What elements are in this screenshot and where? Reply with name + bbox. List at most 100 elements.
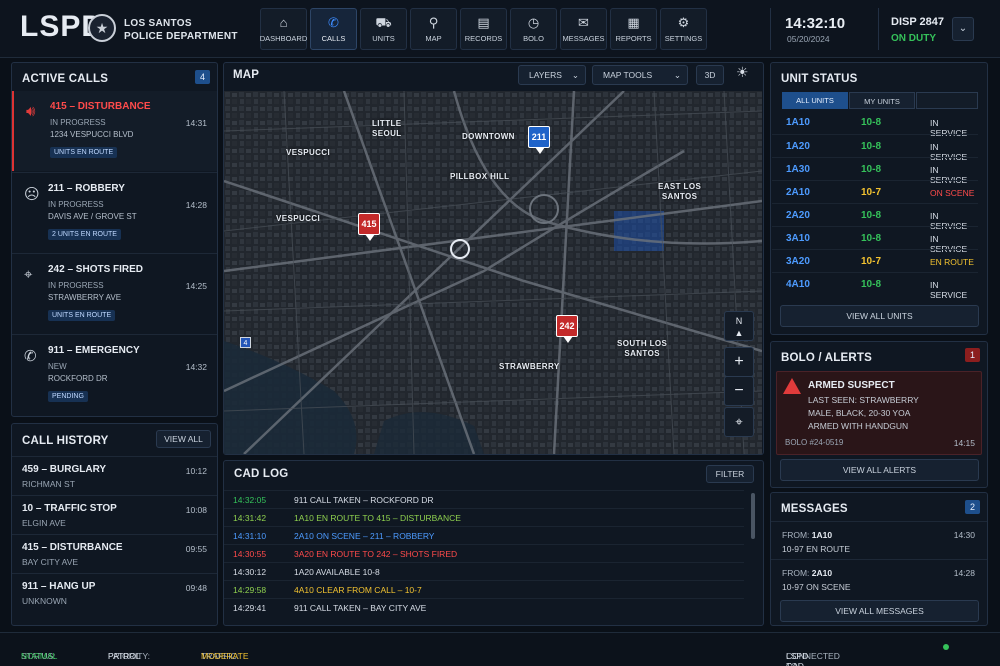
message-item[interactable]: FROM: 1A10 10-97 EN ROUTE 14:30 — [771, 521, 987, 559]
map-pin-242[interactable]: 242 — [556, 315, 578, 343]
chevron-down-icon: ⌄ — [958, 23, 968, 34]
log-message: 2A10 ON SCENE – 211 – ROBBERY — [294, 531, 435, 541]
zoom-out-button[interactable]: − — [724, 376, 754, 406]
nav-records[interactable]: ▤ RECORDS — [460, 8, 507, 50]
unit-row[interactable]: 4A10 10-8 IN SERVICE — [772, 272, 978, 300]
unit-row[interactable]: 2A20 10-8 IN SERVICE — [772, 203, 978, 231]
chevron-down-icon: ⌄ — [571, 70, 579, 80]
tab-my-units[interactable]: MY UNITS — [849, 92, 915, 109]
unit-code: 10-7 — [861, 187, 882, 198]
connection-status-dot-icon — [943, 644, 949, 650]
unit-status: ON SCENE — [930, 188, 975, 198]
map-pin-211[interactable]: 211 — [528, 126, 550, 154]
call-time: 14:32 — [185, 362, 207, 372]
nav-units[interactable]: ⛟ UNITS — [360, 8, 407, 50]
unit-row[interactable]: 3A10 10-8 IN SERVICE — [772, 226, 978, 254]
message-item[interactable]: FROM: 2A10 10-97 ON SCENE 14:28 — [771, 559, 987, 597]
unit-status: EN ROUTE — [930, 257, 974, 267]
nav-settings[interactable]: ⚙ SETTINGS — [660, 8, 707, 50]
nav-map[interactable]: ⚲ MAP — [410, 8, 457, 50]
warning-icon — [783, 378, 801, 394]
locate-icon[interactable]: ⌖ — [724, 407, 754, 437]
log-row: 14:30:12 1A20 AVAILABLE 10-8 — [224, 562, 744, 580]
nav-bolo[interactable]: ◷ BOLO — [510, 8, 557, 50]
view-all-units-button[interactable]: VIEW ALL UNITS — [780, 305, 979, 327]
panel-title: ACTIVE CALLS — [22, 73, 109, 85]
cad-app: LSPD ★ LOS SANTOS POLICE DEPARTMENT ⌂ DAS… — [0, 0, 1000, 666]
active-calls-count: 4 — [195, 70, 210, 84]
bolo-panel: BOLO / ALERTS 1 ARMED SUSPECT LAST SEEN:… — [770, 341, 988, 488]
unit-code: 10-8 — [861, 164, 882, 175]
call-time: 14:28 — [185, 200, 207, 210]
call-item[interactable]: 🔊︎ 415 – DISTURBANCE IN PROGRESS 1234 VE… — [12, 91, 217, 171]
bolo-alert-card[interactable]: ARMED SUSPECT LAST SEEN: STRAWBERRY MALE… — [776, 371, 982, 455]
layers-dropdown[interactable]: LAYERS ⌄ — [518, 65, 586, 85]
mask-icon: ☹ — [24, 186, 40, 203]
history-location: RICHMAN ST — [22, 479, 75, 489]
view-all-history-button[interactable]: VIEW ALL — [156, 430, 211, 448]
bolo-last-seen: LAST SEEN: STRAWBERRY — [808, 395, 919, 405]
nav-label: REPORTS — [615, 33, 652, 43]
map-label-downtown: DOWNTOWN — [462, 132, 515, 141]
history-location: BAY CITY AVE — [22, 557, 79, 567]
dispatcher-menu-button[interactable]: ⌄ — [952, 17, 974, 41]
nav-reports[interactable]: ▦ REPORTS — [610, 8, 657, 50]
filter-button[interactable]: FILTER — [706, 465, 754, 483]
tab-spacer — [916, 92, 978, 109]
unit-id: 1A20 — [786, 141, 810, 152]
unit-code: 10-8 — [861, 141, 882, 152]
log-message: 1A10 EN ROUTE TO 415 – DISTURBANCE — [294, 513, 461, 523]
unit-row[interactable]: 1A20 10-8 IN SERVICE — [772, 134, 978, 162]
call-tag: UNITS EN ROUTE — [48, 310, 116, 321]
report-icon: ▦ — [627, 14, 640, 30]
nav-calls[interactable]: ✆ CALLS — [310, 8, 357, 50]
call-item[interactable]: ☹ 211 – ROBBERY IN PROGRESS DAVIS AVE / … — [12, 172, 217, 252]
phone-icon: ✆ — [328, 14, 339, 30]
nav-label: SETTINGS — [664, 33, 703, 43]
compass-button[interactable]: N ▲ — [724, 311, 754, 341]
nav-dashboard[interactable]: ⌂ DASHBOARD — [260, 8, 307, 50]
map-label-east-los-santos: EAST LOS SANTOS — [658, 182, 702, 201]
panel-title: UNIT STATUS — [781, 73, 858, 85]
map-tools-dropdown[interactable]: MAP TOOLS ⌄ — [592, 65, 688, 85]
dispatcher-panel: DISP 2847 ON DUTY — [878, 8, 948, 50]
call-item[interactable]: ⌖ 242 – SHOTS FIRED IN PROGRESS STRAWBER… — [12, 253, 217, 333]
call-status: IN PROGRESS — [48, 200, 104, 209]
zoom-in-button[interactable]: + — [724, 347, 754, 377]
top-bar: LSPD ★ LOS SANTOS POLICE DEPARTMENT ⌂ DAS… — [0, 0, 1000, 58]
nav-messages[interactable]: ✉ MESSAGES — [560, 8, 607, 50]
bolo-description: MALE, BLACK, 20-30 YOA — [808, 408, 911, 418]
history-location: ELGIN AVE — [22, 518, 66, 528]
call-history-panel: CALL HISTORY VIEW ALL 459 – BURGLARY RIC… — [11, 423, 218, 626]
nav-label: BOLO — [523, 33, 544, 43]
police-badge-icon: ★ — [88, 14, 116, 42]
tab-all-units[interactable]: ALL UNITS — [782, 92, 848, 109]
log-message: 911 CALL TAKEN – ROCKFORD DR — [294, 495, 434, 505]
log-time: 14:29:58 — [233, 585, 267, 595]
unit-row[interactable]: 2A10 10-7 ON SCENE — [772, 180, 978, 203]
log-message: 1A20 AVAILABLE 10-8 — [294, 567, 380, 577]
history-item[interactable]: 415 – DISTURBANCE BAY CITY AVE 09:55 — [12, 534, 217, 573]
unit-row[interactable]: 3A20 10-7 EN ROUTE — [772, 249, 978, 272]
unit-row[interactable]: 1A30 10-8 IN SERVICE — [772, 157, 978, 185]
unit-code: 10-8 — [861, 210, 882, 221]
view-all-alerts-button[interactable]: VIEW ALL ALERTS — [780, 459, 979, 481]
call-item[interactable]: ✆ 911 – EMERGENCY NEW ROCKFORD DR 14:32 … — [12, 334, 217, 414]
log-row: 14:31:42 1A10 EN ROUTE TO 415 – DISTURBAN… — [224, 508, 744, 526]
log-scrollbar[interactable] — [751, 493, 755, 539]
unit-row[interactable]: 1A10 10-8 IN SERVICE — [772, 111, 978, 138]
log-message: 911 CALL TAKEN – BAY CITY AVE — [294, 603, 427, 613]
dispatcher-id: DISP 2847 — [891, 16, 945, 28]
map-pin-415[interactable]: 415 — [358, 213, 380, 241]
history-item[interactable]: 459 – BURGLARY RICHMAN ST 10:12 — [12, 456, 217, 495]
log-time: 14:31:10 — [233, 531, 267, 541]
view-all-messages-button[interactable]: VIEW ALL MESSAGES — [780, 600, 979, 622]
history-item[interactable]: 911 – HANG UP UNKNOWN 09:48 — [12, 573, 217, 612]
view-3d-button[interactable]: 3D — [696, 65, 724, 85]
map-canvas[interactable]: LITTLE SEOUL DOWNTOWN VESPUCCI PILLBOX H… — [224, 91, 762, 454]
brightness-icon[interactable]: ☀ — [736, 64, 749, 81]
log-time: 14:30:55 — [233, 549, 267, 559]
history-item[interactable]: 10 – TRAFFIC STOP ELGIN AVE 10:08 — [12, 495, 217, 534]
chevron-down-icon: ⌄ — [673, 70, 681, 80]
message-time: 14:28 — [953, 568, 975, 578]
